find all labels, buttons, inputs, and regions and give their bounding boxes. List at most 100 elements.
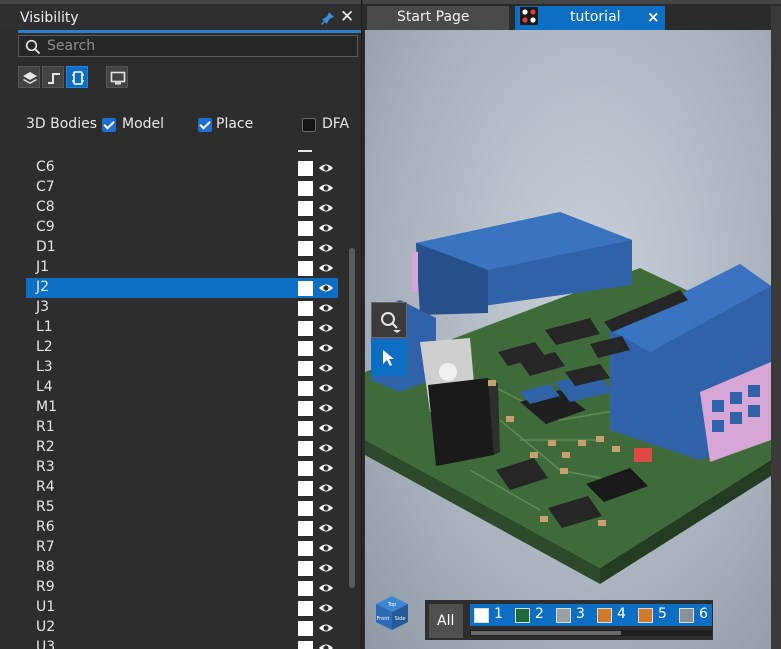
display-mode-button[interactable]	[106, 66, 128, 88]
eye-icon[interactable]	[318, 342, 334, 354]
layer-toggle[interactable]: 5	[638, 606, 676, 624]
eye-icon[interactable]	[318, 422, 334, 434]
3d-viewport[interactable]	[365, 30, 771, 649]
visibility-checkbox[interactable]	[298, 521, 313, 536]
search-input[interactable]	[47, 37, 347, 55]
visibility-checkbox[interactable]	[298, 321, 313, 336]
pin-icon[interactable]	[320, 10, 336, 26]
visibility-checkbox[interactable]	[298, 481, 313, 496]
list-item[interactable]: C7	[26, 178, 338, 198]
select-tool-button[interactable]	[371, 340, 407, 376]
visibility-checkbox[interactable]	[298, 161, 313, 176]
components-mode-button[interactable]	[66, 66, 88, 88]
visibility-checkbox[interactable]	[298, 581, 313, 596]
view-cube[interactable]: Top Front Side	[373, 594, 411, 632]
list-item[interactable]: U2	[26, 618, 338, 638]
list-item[interactable]: C9	[26, 218, 338, 238]
list-item[interactable]: C8	[26, 198, 338, 218]
list-item[interactable]: U1	[26, 598, 338, 618]
eye-icon[interactable]	[318, 562, 334, 574]
list-item[interactable]: L3	[26, 358, 338, 378]
eye-icon[interactable]	[318, 182, 334, 194]
visibility-checkbox[interactable]	[298, 401, 313, 416]
eye-icon[interactable]	[318, 582, 334, 594]
visibility-checkbox[interactable]	[298, 221, 313, 236]
eye-icon[interactable]	[318, 642, 334, 649]
visibility-checkbox[interactable]	[298, 341, 313, 356]
list-item[interactable]: R5	[26, 498, 338, 518]
scrollbar-thumb[interactable]	[349, 248, 355, 588]
eye-icon[interactable]	[318, 302, 334, 314]
list-item[interactable]: U3	[26, 638, 338, 649]
list-item[interactable]: D1	[26, 238, 338, 258]
close-icon[interactable]: ✕	[340, 8, 356, 26]
visibility-checkbox[interactable]	[298, 501, 313, 516]
layer-toggle[interactable]: 2	[515, 606, 553, 624]
tab-close-icon[interactable]: ×	[647, 8, 660, 26]
visibility-checkbox[interactable]	[298, 461, 313, 476]
list-item[interactable]: L1	[26, 318, 338, 338]
visibility-checkbox[interactable]	[298, 301, 313, 316]
eye-icon[interactable]	[318, 262, 334, 274]
visibility-checkbox[interactable]	[298, 381, 313, 396]
place-checkbox[interactable]	[198, 118, 212, 132]
eye-icon[interactable]	[318, 362, 334, 374]
list-item[interactable]: R4	[26, 478, 338, 498]
eye-icon[interactable]	[318, 242, 334, 254]
visibility-checkbox[interactable]	[298, 621, 313, 636]
eye-icon[interactable]	[318, 522, 334, 534]
list-item[interactable]: R6	[26, 518, 338, 538]
list-item[interactable]: J3	[26, 298, 338, 318]
eye-icon[interactable]	[318, 462, 334, 474]
visibility-checkbox[interactable]	[298, 361, 313, 376]
eye-icon[interactable]	[318, 622, 334, 634]
eye-icon[interactable]	[318, 282, 334, 294]
layer-toggle[interactable]: 6	[679, 606, 717, 624]
eye-icon[interactable]	[318, 542, 334, 554]
list-item[interactable]: M1	[26, 398, 338, 418]
tab-start-page[interactable]: Start Page	[367, 6, 509, 30]
model-checkbox[interactable]	[102, 118, 116, 132]
visibility-checkbox[interactable]	[298, 601, 313, 616]
tab-tutorial[interactable]: tutorial ×	[515, 6, 665, 30]
eye-icon[interactable]	[318, 502, 334, 514]
eye-icon[interactable]	[318, 602, 334, 614]
eye-icon[interactable]	[318, 442, 334, 454]
layer-all-button[interactable]: All	[429, 604, 463, 638]
layer-scrollbar-thumb[interactable]	[471, 631, 621, 635]
visibility-checkbox[interactable]	[298, 241, 313, 256]
list-item[interactable]: R3	[26, 458, 338, 478]
visibility-checkbox[interactable]	[298, 181, 313, 196]
visibility-checkbox[interactable]	[298, 421, 313, 436]
list-item[interactable]: L4	[26, 378, 338, 398]
eye-icon[interactable]	[318, 202, 334, 214]
list-item[interactable]: J2	[26, 278, 338, 298]
list-item[interactable]: R2	[26, 438, 338, 458]
list-item[interactable]: L2	[26, 338, 338, 358]
eye-icon[interactable]	[318, 222, 334, 234]
eye-icon[interactable]	[318, 162, 334, 174]
eye-icon[interactable]	[318, 402, 334, 414]
visibility-checkbox[interactable]	[298, 201, 313, 216]
eye-icon[interactable]	[318, 382, 334, 394]
layers-mode-button[interactable]	[18, 66, 40, 88]
visibility-checkbox[interactable]	[298, 561, 313, 576]
search-box[interactable]	[18, 35, 358, 57]
eye-icon[interactable]	[318, 322, 334, 334]
visibility-checkbox[interactable]	[298, 261, 313, 276]
zoom-tool-button[interactable]	[371, 302, 407, 338]
nets-mode-button[interactable]	[42, 66, 64, 88]
visibility-checkbox[interactable]	[298, 641, 313, 649]
layer-toggle[interactable]: 1	[474, 606, 512, 624]
layer-toggle[interactable]: 3	[556, 606, 594, 624]
list-item[interactable]: R8	[26, 558, 338, 578]
visibility-checkbox[interactable]	[298, 281, 313, 296]
layer-toggle[interactable]: 4	[597, 606, 635, 624]
list-item[interactable]: R9	[26, 578, 338, 598]
visibility-checkbox[interactable]	[298, 441, 313, 456]
list-item[interactable]: R1	[26, 418, 338, 438]
dfa-checkbox[interactable]	[302, 118, 316, 132]
list-item[interactable]: R7	[26, 538, 338, 558]
visibility-checkbox[interactable]	[298, 541, 313, 556]
eye-icon[interactable]	[318, 482, 334, 494]
